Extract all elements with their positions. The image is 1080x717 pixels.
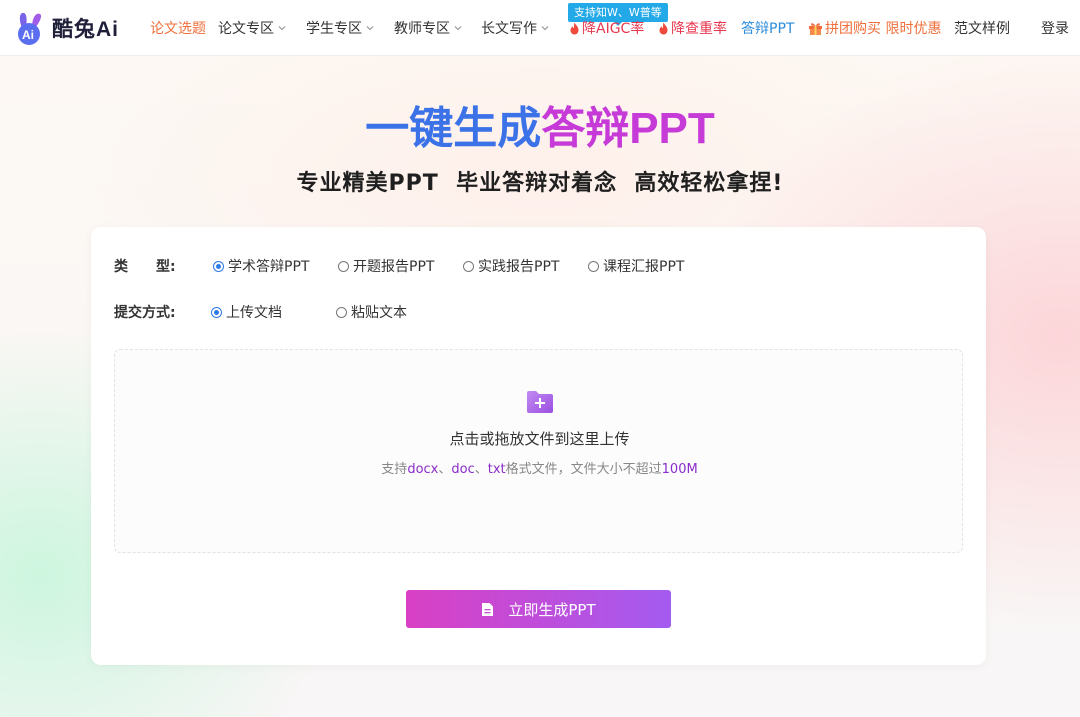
top-nav: Ai 酷兔Ai 论文选题 论文专区 学生专区 教师专区 长文写作 支持知W、W普… xyxy=(0,0,1080,56)
submit-mode-upload[interactable]: 上传文档 xyxy=(211,302,282,322)
radio-unselected-icon xyxy=(338,260,349,272)
login-link[interactable]: 登录 xyxy=(1041,18,1069,38)
hero-title: 一键生成答辩PPT xyxy=(0,92,1080,156)
upload-hint: 支持docx、doc、txt格式文件，文件大小不超过100M xyxy=(115,458,964,477)
nav-label: 答辩PPT xyxy=(741,21,795,37)
chevron-down-icon xyxy=(541,26,549,31)
nav-item-reduce-aigc[interactable]: 降AIGC率 xyxy=(569,18,644,38)
gift-icon xyxy=(809,23,822,35)
nav-item-group-buy[interactable]: 拼团购买 限时优惠 xyxy=(808,18,941,38)
submit-mode-label: 提交方式: xyxy=(114,305,176,321)
type-option-practice-report[interactable]: 实践报告PPT xyxy=(463,256,559,276)
nav-label: 论文专区 xyxy=(218,21,274,37)
chevron-down-icon xyxy=(366,26,374,31)
nav-label: 教师专区 xyxy=(394,21,450,37)
brand-logo[interactable]: Ai 酷兔Ai xyxy=(12,10,119,46)
type-option-course-report[interactable]: 课程汇报PPT xyxy=(588,256,684,276)
radio-label: 上传文档 xyxy=(226,305,282,321)
hint-prefix: 支持 xyxy=(381,462,408,477)
nav-item-teacher-zone[interactable]: 教师专区 xyxy=(394,18,462,38)
nav-item-defense-ppt[interactable]: 答辩PPT xyxy=(741,18,794,38)
file-upload-dropzone[interactable]: 点击或拖放文件到这里上传 支持docx、doc、txt格式文件，文件大小不超过1… xyxy=(114,349,963,553)
chevron-down-icon xyxy=(278,26,286,31)
svg-text:Ai: Ai xyxy=(22,28,34,42)
radio-label: 开题报告PPT xyxy=(353,259,435,275)
generate-ppt-button[interactable]: 立即生成PPT xyxy=(406,590,671,628)
format-doc: doc xyxy=(451,462,475,477)
login-label: 登录 xyxy=(1041,21,1069,37)
type-option-proposal-report[interactable]: 开题报告PPT xyxy=(338,256,434,276)
ppt-generator-card: 类 型: 学术答辩PPT 开题报告PPT 实践报告PPT 课程汇报PPT 提交方… xyxy=(91,227,986,665)
hero-title-part2: 答辩PPT xyxy=(541,104,715,153)
type-label: 类 型: xyxy=(114,259,176,275)
radio-selected-icon xyxy=(213,260,224,272)
upload-instruction: 点击或拖放文件到这里上传 xyxy=(449,430,630,448)
fire-icon xyxy=(659,22,668,34)
nav-label: 学生专区 xyxy=(306,21,362,37)
hint-separator: 、 xyxy=(474,462,488,477)
hero-subtitle: 专业精美PPT 毕业答辩对着念 高效轻松拿捏! xyxy=(296,171,784,196)
chevron-down-icon xyxy=(454,26,462,31)
nav-item-thesis-zone[interactable]: 论文专区 xyxy=(218,18,286,38)
nav-item-student-zone[interactable]: 学生专区 xyxy=(306,18,374,38)
radio-label: 粘贴文本 xyxy=(351,305,407,321)
format-docx: docx xyxy=(407,462,439,477)
radio-label: 学术答辩PPT xyxy=(228,259,310,275)
radio-label: 课程汇报PPT xyxy=(603,259,685,275)
max-file-size: 100M xyxy=(661,462,698,477)
hint-middle: 格式文件，文件大小不超过 xyxy=(505,462,662,477)
brand-name: 酷兔Ai xyxy=(52,18,119,41)
hero-title-part1: 一键生成 xyxy=(365,104,542,153)
nav-label: 论文选题 xyxy=(150,21,206,37)
nav-label: 长文写作 xyxy=(481,21,537,37)
hint-separator: 、 xyxy=(438,462,452,477)
radio-unselected-icon xyxy=(336,306,347,318)
generate-button-label: 立即生成PPT xyxy=(508,600,596,619)
fire-icon xyxy=(570,22,579,34)
nav-item-samples[interactable]: 范文样例 xyxy=(954,18,1010,38)
nav-item-reduce-plagiarism[interactable]: 降查重率 xyxy=(658,18,727,38)
format-txt: txt xyxy=(487,462,506,477)
nav-label: 拼团购买 限时优惠 xyxy=(825,21,942,37)
radio-label: 实践报告PPT xyxy=(478,259,560,275)
folder-add-icon xyxy=(527,391,553,413)
submit-mode-paste[interactable]: 粘贴文本 xyxy=(336,302,407,322)
radio-selected-icon xyxy=(211,306,222,318)
type-option-academic-defense[interactable]: 学术答辩PPT xyxy=(213,256,309,276)
rabbit-ai-logo-icon: Ai xyxy=(12,10,48,46)
nav-label: 降查重率 xyxy=(671,21,727,37)
document-icon xyxy=(482,602,494,616)
radio-unselected-icon xyxy=(588,260,599,272)
nav-item-long-writing[interactable]: 长文写作 xyxy=(481,18,549,38)
nav-label: 降AIGC率 xyxy=(582,21,645,37)
nav-label: 范文样例 xyxy=(954,21,1010,37)
radio-unselected-icon xyxy=(463,260,474,272)
nav-item-topic[interactable]: 论文选题 xyxy=(150,18,206,38)
